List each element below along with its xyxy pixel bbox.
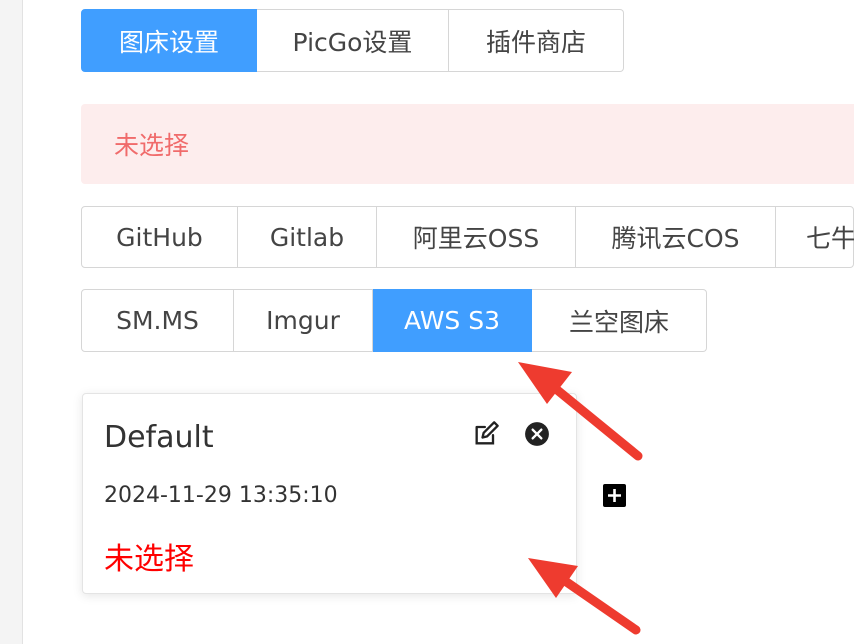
config-date: 2024-11-29 13:35:10 (104, 483, 338, 508)
uploader-smms[interactable]: SM.MS (81, 289, 234, 352)
config-card[interactable]: Default 2024-11-29 13:35:10 未选择 (82, 393, 577, 594)
uploader-tencent-cos[interactable]: 腾讯云COS (576, 206, 776, 268)
selection-alert: 未选择 (81, 104, 854, 184)
settings-tabs: 图床设置 PicGo设置 插件商店 (81, 9, 624, 72)
add-square-icon[interactable] (603, 484, 626, 507)
tab-image-host-settings[interactable]: 图床设置 (81, 9, 257, 72)
config-title: Default (104, 420, 214, 455)
edit-icon[interactable] (472, 420, 500, 448)
uploader-qiniu[interactable]: 七牛 (776, 206, 854, 268)
close-circle-icon[interactable] (524, 421, 550, 447)
uploader-github[interactable]: GitHub (81, 206, 238, 268)
sidebar-edge (0, 0, 23, 644)
alert-text: 未选择 (114, 131, 190, 160)
uploader-aws-s3[interactable]: AWS S3 (373, 289, 532, 352)
uploader-list-row-1: GitHub Gitlab 阿里云OSS 腾讯云COS 七牛 (81, 206, 854, 268)
uploader-gitlab[interactable]: Gitlab (238, 206, 377, 268)
config-status: 未选择 (104, 542, 194, 577)
tab-picgo-settings[interactable]: PicGo设置 (257, 9, 449, 72)
uploader-lsky[interactable]: 兰空图床 (532, 289, 707, 352)
uploader-aliyun-oss[interactable]: 阿里云OSS (377, 206, 576, 268)
uploader-list-row-2: SM.MS Imgur AWS S3 兰空图床 (81, 289, 707, 352)
tab-plugin-store[interactable]: 插件商店 (449, 9, 624, 72)
uploader-imgur[interactable]: Imgur (234, 289, 373, 352)
